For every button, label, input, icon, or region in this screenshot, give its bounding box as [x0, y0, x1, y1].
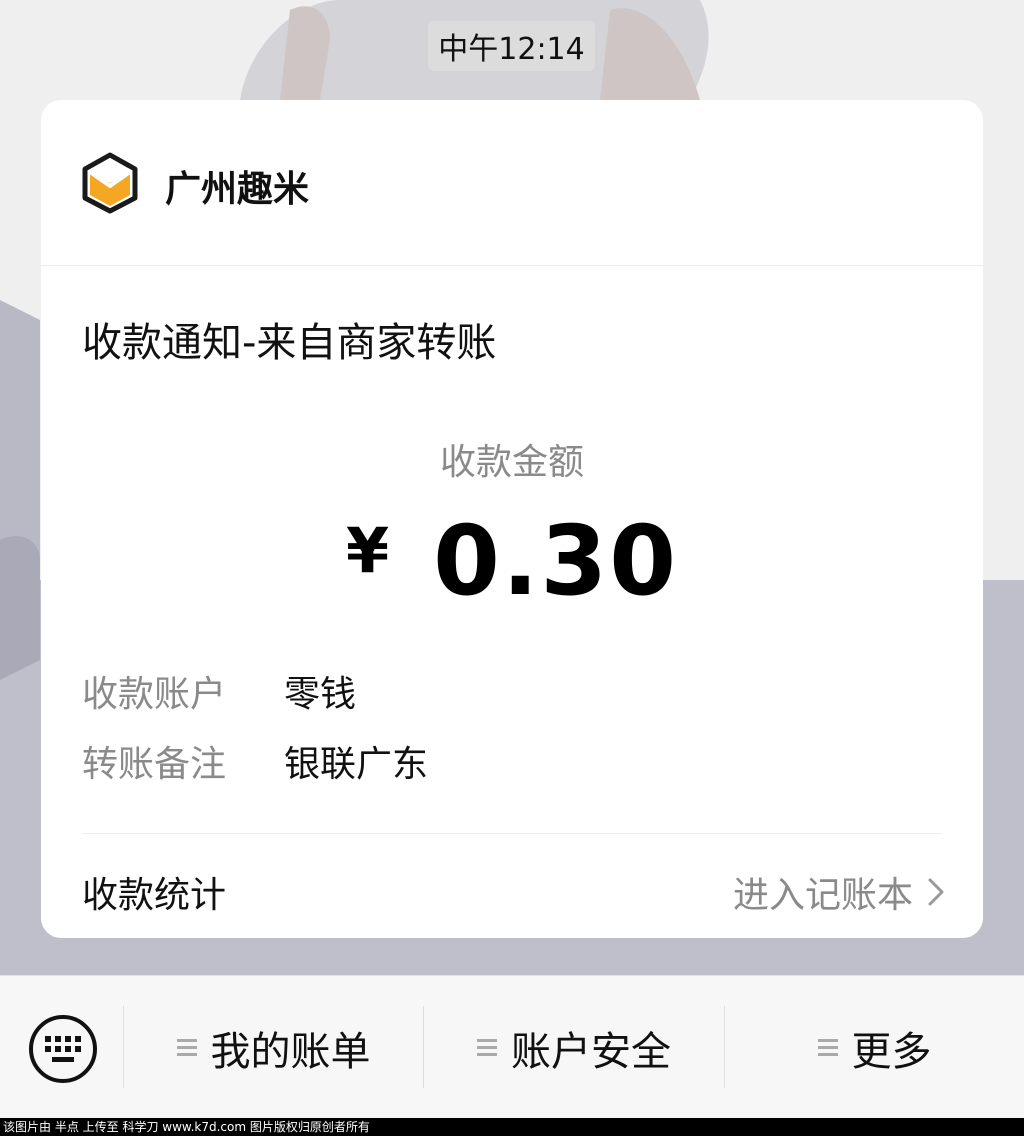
detail-row-remark: 转账备注 银联广东	[82, 735, 428, 787]
chat-timestamp: 中午12:14	[428, 21, 595, 71]
menu-label: 账户安全	[511, 1028, 671, 1075]
card-header[interactable]: 广州趣米	[41, 100, 983, 266]
bottom-menu-bar: 我的账单 账户安全 更多	[0, 975, 1024, 1119]
detail-value: 零钱	[284, 674, 357, 715]
menu-my-bills[interactable]: 我的账单	[124, 976, 423, 1119]
amount-display: ¥0.30	[41, 505, 983, 617]
payment-notification-card[interactable]: 广州趣米 收款通知-来自商家转账 收款金额 ¥0.30 收款账户 零钱 转账备注 银…	[41, 100, 983, 938]
amount-label: 收款金额	[439, 442, 584, 483]
divider	[82, 833, 942, 834]
detail-row-account: 收款账户 零钱	[82, 665, 356, 717]
menu-label: 我的账单	[210, 1028, 371, 1075]
amount-value: 0.30	[433, 505, 678, 617]
notification-title: 收款通知-来自商家转账	[82, 320, 497, 366]
merchant-name: 广州趣米	[165, 169, 310, 210]
keyboard-icon[interactable]	[28, 1014, 98, 1084]
open-ledger-label: 进入记账本	[732, 875, 913, 916]
menu-lines-icon	[477, 1038, 497, 1056]
open-ledger-link[interactable]: 进入记账本	[733, 866, 945, 918]
currency-symbol: ¥	[346, 514, 390, 587]
payment-stats-label: 收款统计	[82, 875, 227, 916]
menu-lines-icon	[176, 1038, 197, 1056]
menu-lines-icon	[817, 1038, 838, 1056]
menu-more[interactable]: 更多	[725, 976, 1024, 1119]
chevron-right-icon	[928, 878, 944, 906]
menu-account-security[interactable]: 账户安全	[424, 976, 724, 1119]
cube-envelope-icon	[82, 152, 138, 214]
menu-label: 更多	[851, 1028, 932, 1075]
detail-label: 收款账户	[82, 674, 227, 715]
detail-label: 转账备注	[82, 744, 227, 785]
detail-value: 银联广东	[284, 744, 429, 785]
watermark-text: 该图片由 半点 上传至 科学刀 www.k7d.com 图片版权归原创者所有	[0, 1118, 1024, 1136]
